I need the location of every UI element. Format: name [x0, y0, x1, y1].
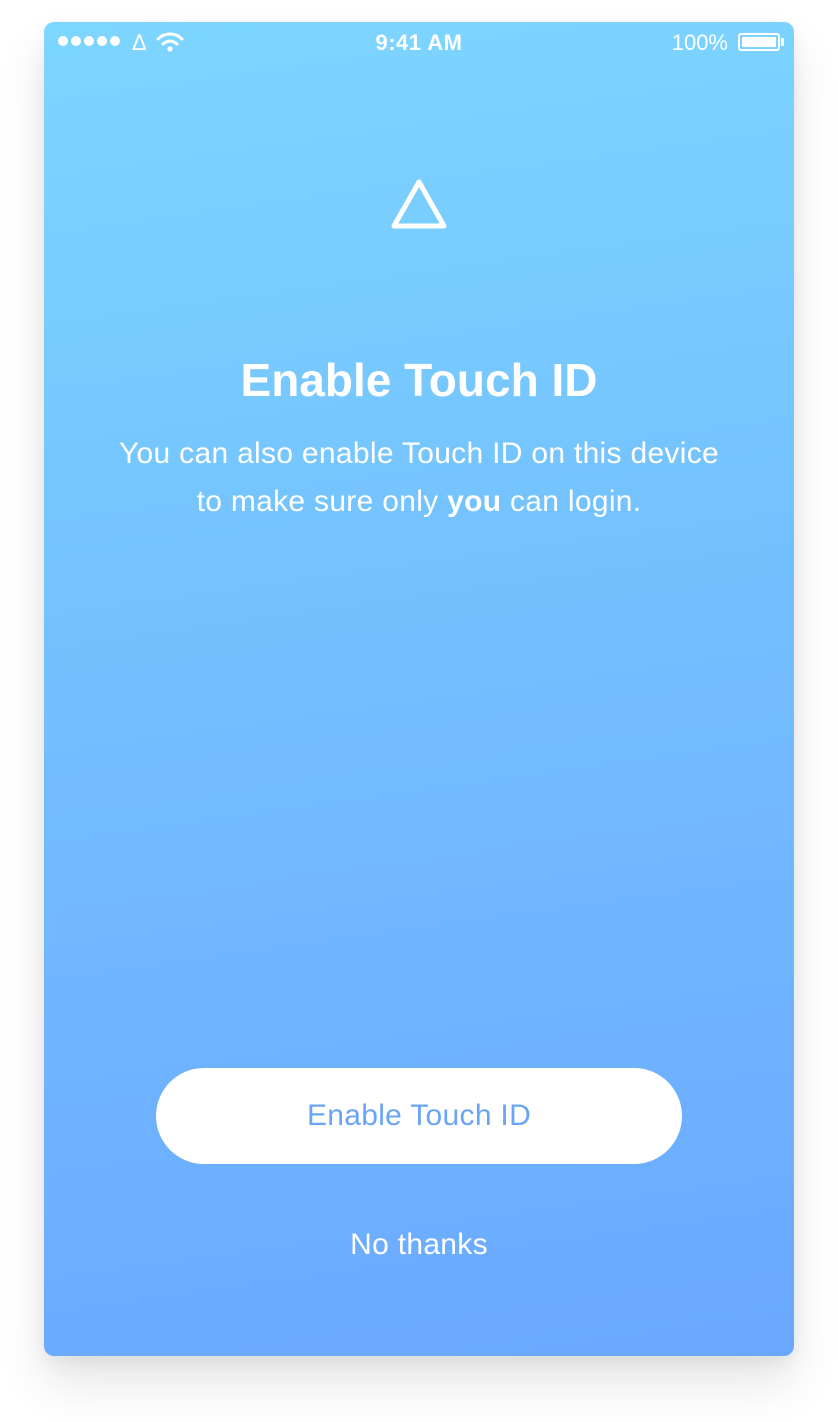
- subtitle-text-end: can login.: [501, 485, 642, 518]
- page-title: Enable Touch ID: [240, 354, 598, 406]
- battery-percentage: 100%: [671, 30, 728, 55]
- triangle-icon: [391, 179, 447, 229]
- no-thanks-button[interactable]: No thanks: [269, 1220, 569, 1270]
- subtitle-emphasis: you: [447, 485, 502, 518]
- battery-icon: [738, 33, 780, 51]
- phone-screen: Δ 9:41 AM 100% Enable Touch ID You can a…: [44, 22, 794, 1356]
- enable-touch-id-button[interactable]: Enable Touch ID: [156, 1068, 682, 1164]
- status-bar: Δ 9:41 AM 100%: [44, 22, 794, 62]
- page-subtitle: You can also enable Touch ID on this dev…: [104, 430, 734, 526]
- battery-tip: [781, 38, 784, 46]
- battery-fill: [742, 37, 776, 47]
